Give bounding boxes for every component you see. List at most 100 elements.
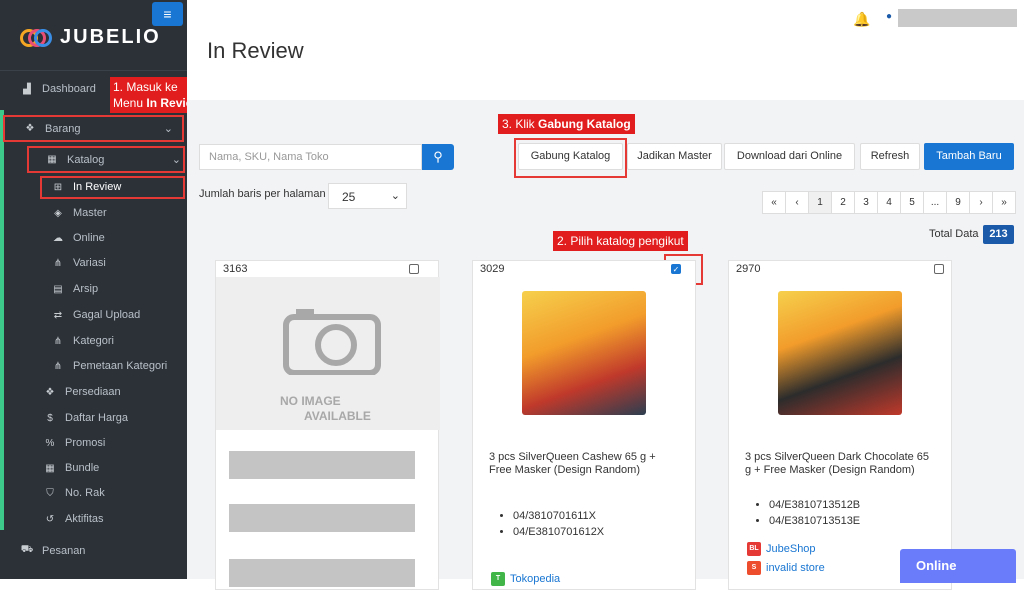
annotation-highlight-gabung	[514, 138, 627, 178]
tokopedia-icon: T	[491, 572, 505, 586]
jadikan-master-button[interactable]: Jadikan Master	[627, 143, 722, 170]
total-data-badge: 213	[983, 225, 1014, 244]
page-first[interactable]: «	[762, 191, 786, 214]
sidebar-item-bundle[interactable]: ▦ Bundle	[43, 462, 99, 474]
page-4[interactable]: 4	[877, 191, 901, 214]
annotation-highlight-in-review	[40, 176, 185, 199]
sidebar-item-persediaan[interactable]: ❖ Persediaan	[43, 386, 121, 398]
rows-per-page-select[interactable]: 25 ⌄	[328, 183, 407, 209]
page-next[interactable]: ›	[969, 191, 993, 214]
sidebar-item-label: Promosi	[65, 437, 106, 449]
pagination: « ‹ 1 2 3 4 5 ... 9 › »	[762, 191, 1016, 214]
sidebar-item-aktifitas[interactable]: ↺ Aktifitas	[43, 513, 104, 525]
active-indicator	[0, 110, 4, 530]
redacted-name	[229, 451, 415, 479]
no-image-text: NO IMAGE AVAILABLE	[280, 394, 371, 424]
bl-store-icon: BL	[747, 542, 761, 556]
store-name: Tokopedia	[510, 573, 561, 585]
camera-icon	[283, 309, 381, 375]
store-name: invalid store	[766, 562, 825, 574]
page-title: In Review	[207, 38, 304, 63]
sitemap-icon: ⋔	[53, 360, 63, 372]
logo-text: JUBELIO	[60, 26, 161, 48]
total-data-label: Total Data	[929, 228, 979, 240]
tambah-baru-button[interactable]: Tambah Baru	[924, 143, 1014, 170]
page-9[interactable]: 9	[946, 191, 970, 214]
sidebar-item-label: Kategori	[73, 335, 114, 347]
chevron-down-icon: ⌄	[390, 190, 400, 202]
sidebar-item-daftar-harga[interactable]: $ Daftar Harga	[43, 412, 128, 424]
sku-item: 04/3810701611X	[513, 508, 604, 524]
sku-list: 04/E3810713512B 04/E3810713513E	[769, 497, 860, 529]
sidebar-item-label: Master	[73, 207, 107, 219]
store-invalid[interactable]: Sinvalid store	[747, 561, 825, 575]
catalog-checkbox[interactable]	[409, 264, 419, 274]
sidebar-item-arsip[interactable]: ▤ Arsip	[51, 283, 98, 295]
sidebar-item-no-rak[interactable]: ⛉ No. Rak	[43, 487, 105, 499]
catalog-checkbox[interactable]	[934, 264, 944, 274]
redacted-store	[229, 559, 415, 587]
page-1[interactable]: 1	[808, 191, 832, 214]
redacted-sku	[229, 504, 415, 532]
catalog-checkbox[interactable]: ✓	[671, 264, 681, 274]
area-chart-icon: ▟	[23, 83, 31, 95]
sidebar-item-label: Persediaan	[65, 386, 121, 398]
user-icon[interactable]: ●	[886, 11, 892, 22]
store-jubeshop[interactable]: BL JubeShop	[747, 542, 816, 556]
page-ellipsis: ...	[923, 191, 947, 214]
sitemap-icon: ⋔	[53, 335, 63, 347]
annotation-step3: 3. Klik Gabung Katalog	[498, 114, 635, 134]
no-image-line2: AVAILABLE	[304, 409, 371, 423]
retweet-icon: ⇄	[53, 309, 63, 321]
product-image: NO IMAGE AVAILABLE	[216, 277, 440, 430]
catalog-id: 2970	[736, 263, 761, 275]
sidebar-item-master[interactable]: ◈ Master	[51, 207, 107, 219]
sidebar-item-label: Gagal Upload	[73, 309, 141, 321]
sidebar-item-online[interactable]: ☁ Online	[51, 232, 105, 244]
sidebar-item-pemetaan-kategori[interactable]: ⋔ Pemetaan Kategori	[51, 360, 167, 372]
online-chat-widget[interactable]: Online	[900, 549, 1016, 583]
sku-list: 04/3810701611X 04/E3810701612X	[513, 508, 604, 540]
download-online-button[interactable]: Download dari Online	[724, 143, 855, 170]
bell-icon[interactable]: 🔔	[853, 11, 870, 28]
page-5[interactable]: 5	[900, 191, 924, 214]
page-2[interactable]: 2	[831, 191, 855, 214]
sidebar-item-kategori[interactable]: ⋔ Kategori	[51, 335, 114, 347]
refresh-button[interactable]: Refresh	[860, 143, 920, 170]
sku-item: 04/E3810701612X	[513, 524, 604, 540]
search-button[interactable]: ⚲	[422, 144, 454, 170]
annotation-step3-bold: Gabung Katalog	[538, 117, 631, 131]
annotation-highlight-katalog	[27, 146, 185, 173]
archive-icon: ▤	[53, 283, 63, 295]
logo[interactable]: JUBELIO	[20, 26, 161, 49]
no-image-line1: NO IMAGE	[280, 394, 341, 408]
page-last[interactable]: »	[992, 191, 1016, 214]
sidebar-item-pesanan[interactable]: ⛟ Pesanan	[20, 544, 86, 557]
sidebar-item-label: Arsip	[73, 283, 99, 295]
sidebar-item-variasi[interactable]: ⋔ Variasi	[51, 257, 106, 269]
search-input[interactable]: Nama, SKU, Nama Toko	[199, 144, 422, 170]
percent-icon: %	[45, 437, 55, 449]
catalog-id: 3029	[480, 263, 505, 275]
page-prev[interactable]: ‹	[785, 191, 809, 214]
store-name: JubeShop	[766, 543, 816, 555]
menu-toggle-button[interactable]: ≡	[152, 2, 183, 26]
catalog-card[interactable]: 2970 3 pcs SilverQueen Dark Chocolate 65…	[728, 260, 952, 590]
page-3[interactable]: 3	[854, 191, 878, 214]
jubelio-logo-icon	[20, 27, 54, 49]
sidebar-item-gagal-upload[interactable]: ⇄ Gagal Upload	[51, 309, 140, 321]
store-tokopedia[interactable]: T Tokopedia	[491, 572, 560, 586]
sidebar-item-promosi[interactable]: % Promosi	[43, 437, 106, 449]
catalog-card[interactable]: 3163 NO IMAGE AVAILABLE	[215, 260, 440, 590]
user-name-redacted[interactable]	[898, 9, 1017, 27]
product-image	[778, 291, 902, 415]
catalog-card[interactable]: 3029 ✓ 3 pcs SilverQueen Cashew 65 g + F…	[472, 260, 696, 590]
sidebar-divider	[0, 70, 187, 71]
bookmark-icon: ⛉	[46, 487, 54, 499]
sku-item: 04/E3810713512B	[769, 497, 860, 513]
product-image	[522, 291, 646, 415]
sidebar-item-dashboard[interactable]: ▟ Dashboard	[20, 83, 96, 95]
search-icon: ⚲	[433, 149, 443, 164]
sidebar-item-label: Dashboard	[42, 83, 96, 95]
sidebar-item-label: Pemetaan Kategori	[73, 360, 168, 372]
